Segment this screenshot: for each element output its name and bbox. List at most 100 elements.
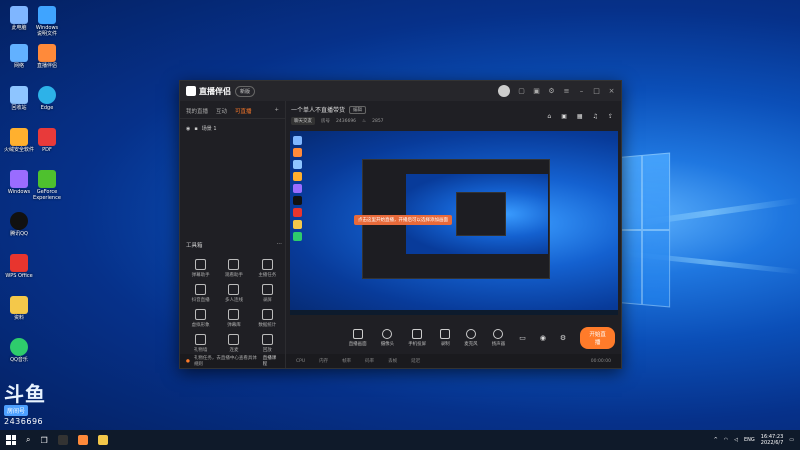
tab-interact[interactable]: 互动 bbox=[216, 107, 227, 115]
download-icon bbox=[228, 284, 240, 295]
task-view-icon[interactable]: ❐ bbox=[40, 436, 47, 445]
video-icon[interactable]: ▭ bbox=[519, 334, 526, 342]
fans-count: 2857 bbox=[372, 118, 384, 124]
computer-icon bbox=[10, 6, 28, 24]
tool-record[interactable]: 录屏 bbox=[251, 284, 284, 303]
shop-icon[interactable]: ⌂ bbox=[547, 113, 551, 120]
add-icon[interactable]: + bbox=[274, 107, 279, 115]
desktop-icon-qq[interactable]: 腾讯QQ bbox=[0, 212, 38, 238]
screen-capture-button[interactable]: 直播画面 bbox=[349, 329, 367, 347]
taskbar-folder-icon[interactable] bbox=[97, 435, 108, 445]
camera-button[interactable]: 摄像头 bbox=[381, 329, 394, 347]
bell-icon[interactable]: ♫ bbox=[593, 113, 598, 120]
lock-icon[interactable]: ▪ bbox=[194, 126, 197, 132]
minimize-icon[interactable]: – bbox=[578, 87, 585, 95]
lock-icon[interactable]: ▣ bbox=[561, 113, 567, 120]
settings-icon[interactable]: ⚙ bbox=[560, 334, 566, 342]
menu-icon[interactable]: ≡ bbox=[563, 87, 570, 95]
tool-viewer[interactable]: 观看助手 bbox=[217, 259, 250, 278]
tab-my-live[interactable]: 我的直播 bbox=[186, 107, 208, 115]
settings-icon[interactable]: ⚙ bbox=[548, 87, 555, 95]
tools-grid: 弹幕助手 观看助手 主播任务 抖音直播 多人连线 录屏 虚拟形象 弹幕库 数据统… bbox=[184, 259, 284, 353]
video-icon bbox=[195, 284, 207, 295]
search-icon[interactable]: ⌕ bbox=[26, 435, 30, 445]
room-header: 一个单人不直播带货 编辑 聊天交友 房号 2436696 ♨ 2857 ⌂ ▣ … bbox=[286, 101, 621, 129]
stat-latency: 延迟 bbox=[411, 359, 421, 364]
live-app-icon bbox=[38, 44, 56, 62]
edge-icon bbox=[38, 86, 56, 104]
tool-douyin[interactable]: 抖音直播 bbox=[184, 284, 217, 303]
desktop-icon-qq-music[interactable]: QQ音乐 bbox=[0, 338, 38, 364]
language-indicator[interactable]: ENG bbox=[744, 437, 755, 443]
tool-avatar[interactable]: 虚拟形象 bbox=[184, 309, 217, 328]
monitor-icon bbox=[352, 329, 363, 339]
category-badge[interactable]: 聊天交友 bbox=[291, 117, 315, 125]
wifi-icon[interactable]: ◠ bbox=[724, 437, 728, 443]
tab-available[interactable]: 可直播 bbox=[235, 107, 252, 115]
notification-icon[interactable]: ▭ bbox=[789, 437, 794, 443]
eye-icon[interactable]: ◉ bbox=[186, 126, 190, 132]
phone-cast-button[interactable]: 手机投屏 bbox=[408, 329, 426, 347]
eye-icon[interactable]: ◉ bbox=[540, 334, 546, 342]
qq-penguin-icon bbox=[10, 212, 28, 230]
wps-icon bbox=[10, 254, 28, 272]
more-icon[interactable]: ⋯ bbox=[277, 241, 283, 249]
play-icon bbox=[440, 329, 451, 339]
watermark-logo: 斗鱼 bbox=[4, 382, 46, 406]
share-icon[interactable]: ⇪ bbox=[608, 113, 613, 120]
taskbar-app-icon[interactable] bbox=[57, 435, 68, 445]
maximize-icon[interactable]: □ bbox=[593, 87, 600, 95]
stat-bitrate: 码率 bbox=[365, 359, 375, 364]
message-icon[interactable]: ▢ bbox=[518, 87, 525, 95]
microphone-button[interactable]: 麦克风 bbox=[464, 329, 478, 347]
left-panel: 我的直播 互动 可直播 + ◉ ▪ 场景 1 工具箱 ⋯ 弹幕助手 观看助手 主… bbox=[180, 101, 286, 368]
desktop-icon-geforce[interactable]: GeForce Experience bbox=[28, 170, 66, 201]
room-id-value: 2436696 bbox=[336, 118, 357, 124]
tool-danmu[interactable]: 弹幕助手 bbox=[184, 259, 217, 278]
info-icon: ● bbox=[186, 358, 190, 364]
tool-task[interactable]: 主播任务 bbox=[251, 259, 284, 278]
warning-icon bbox=[261, 334, 273, 345]
taskbar-live-icon[interactable] bbox=[77, 435, 88, 445]
status-line: ● 礼物任务，去直播中心查看具体规则 直播课程 bbox=[180, 354, 285, 368]
gift-icon bbox=[195, 334, 207, 345]
desktop-icon-pdf[interactable]: PDF bbox=[28, 128, 66, 154]
tool-replay[interactable]: 回放 bbox=[251, 334, 284, 353]
start-live-button[interactable]: 开始直播 bbox=[580, 327, 615, 349]
scene-row[interactable]: ◉ ▪ 场景 1 bbox=[180, 119, 285, 138]
recycle-bin-icon bbox=[10, 86, 28, 104]
watermark: 斗鱼 房间号 2436696 bbox=[4, 384, 60, 426]
status-link[interactable]: 直播课程 bbox=[263, 355, 279, 367]
stream-preview[interactable]: 点击这里开始直播，开播后可以选择添加画面 bbox=[290, 131, 618, 315]
start-button[interactable] bbox=[6, 435, 16, 445]
version-badge[interactable]: 新版 bbox=[235, 85, 256, 97]
logo-icon bbox=[186, 86, 196, 96]
desktop-icon-edge[interactable]: Edge bbox=[28, 86, 66, 112]
tools-header: 工具箱 ⋯ bbox=[186, 241, 282, 249]
desktop-icon-folder[interactable]: 资料 bbox=[0, 296, 38, 322]
panel-tabs: 我的直播 互动 可直播 + bbox=[180, 101, 285, 119]
record-button[interactable]: 录制 bbox=[440, 329, 451, 347]
desktop-icon-windows-doc[interactable]: Windows 说明文件 bbox=[28, 6, 66, 37]
avatar[interactable] bbox=[498, 85, 510, 97]
volume-icon[interactable]: ◁ bbox=[734, 437, 738, 443]
status-message: 礼物任务，去直播中心查看具体规则 bbox=[193, 356, 257, 367]
desktop-icon-live-assistant[interactable]: 直播伴侣 bbox=[28, 44, 66, 70]
system-tray: ^ ◠ ◁ ENG 16:47:23 2022/6/7 ▭ bbox=[714, 434, 794, 446]
tool-gift-wall[interactable]: 礼物墙 bbox=[184, 334, 217, 353]
edit-title-button[interactable]: 编辑 bbox=[349, 105, 367, 114]
gift-icon[interactable]: ▣ bbox=[533, 87, 540, 95]
tool-multi[interactable]: 多人连线 bbox=[217, 284, 250, 303]
speaker-button[interactable]: 扬声器 bbox=[492, 329, 505, 347]
tool-danmu-lib[interactable]: 弹幕库 bbox=[217, 309, 250, 328]
microphone-icon bbox=[465, 329, 476, 339]
chevron-up-icon[interactable]: ^ bbox=[714, 437, 718, 443]
close-icon[interactable]: × bbox=[608, 87, 615, 95]
preview-inner-preview bbox=[406, 174, 548, 254]
tool-link[interactable]: 连麦 bbox=[217, 334, 250, 353]
clock[interactable]: 16:47:23 2022/6/7 bbox=[761, 434, 783, 446]
tool-stats[interactable]: 数据统计 bbox=[251, 309, 284, 328]
grid-icon[interactable]: ▦ bbox=[577, 113, 583, 120]
desktop-icon-wps[interactable]: WPS Office bbox=[0, 254, 38, 280]
titlebar: 直播伴侣 新版 ▢ ▣ ⚙ ≡ – □ × bbox=[180, 81, 621, 101]
